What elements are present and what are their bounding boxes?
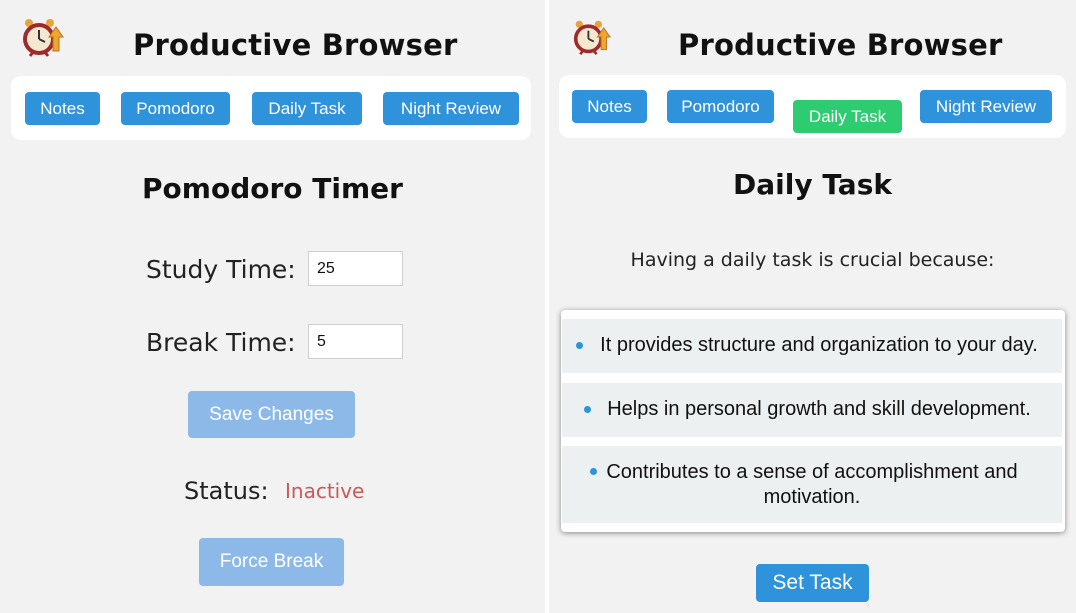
reason-text: Contributes to a sense of accomplishment… [606,461,1018,508]
bullet-icon [576,342,583,349]
reasons-list: It provides structure and organization t… [561,310,1065,532]
app-title: Productive Browser [678,28,1003,62]
nav-night-review-button[interactable]: Night Review [920,90,1052,123]
nav-night-review-button[interactable]: Night Review [383,92,519,125]
nav-notes-button[interactable]: Notes [572,90,647,123]
pomodoro-title: Pomodoro Timer [142,172,403,205]
status-label: Status: [184,477,269,505]
header: Productive Browser [549,10,1076,66]
study-time-input[interactable] [308,251,403,286]
nav-daily-task-button[interactable]: Daily Task [793,100,902,133]
header: Productive Browser [0,10,545,66]
set-task-button[interactable]: Set Task [756,564,869,602]
study-time-label: Study Time: [146,255,296,284]
pomodoro-panel: Productive Browser Notes Pomodoro Daily … [0,0,545,613]
list-item: Contributes to a sense of accomplishment… [562,446,1062,523]
force-break-button[interactable]: Force Break [199,538,344,586]
alarm-clock-arrows-icon [573,20,611,56]
break-time-input[interactable] [308,324,403,359]
list-item: Helps in personal growth and skill devel… [562,383,1062,437]
nav-notes-button[interactable]: Notes [25,92,100,125]
nav-pomodoro-button[interactable]: Pomodoro [121,92,230,125]
nav-daily-task-button[interactable]: Daily Task [252,92,362,125]
nav-pomodoro-button[interactable]: Pomodoro [667,90,774,123]
save-changes-button[interactable]: Save Changes [188,391,355,438]
app-title: Productive Browser [133,28,458,62]
list-item: It provides structure and organization t… [562,319,1062,373]
break-time-label: Break Time: [146,328,296,357]
reason-text: Helps in personal growth and skill devel… [607,398,1031,420]
daily-task-title: Daily Task [732,168,892,201]
nav-bar: Notes Pomodoro Daily Task Night Review [559,75,1066,138]
nav-bar: Notes Pomodoro Daily Task Night Review [11,76,531,140]
alarm-clock-arrows-icon [23,19,64,57]
reason-text: It provides structure and organization t… [600,334,1038,356]
daily-task-panel: Productive Browser Notes Pomodoro Daily … [549,0,1076,613]
bullet-icon [590,468,597,475]
status-value: Inactive [285,479,365,503]
intro-text: Having a daily task is crucial because: [630,249,995,271]
bullet-icon [584,406,591,413]
